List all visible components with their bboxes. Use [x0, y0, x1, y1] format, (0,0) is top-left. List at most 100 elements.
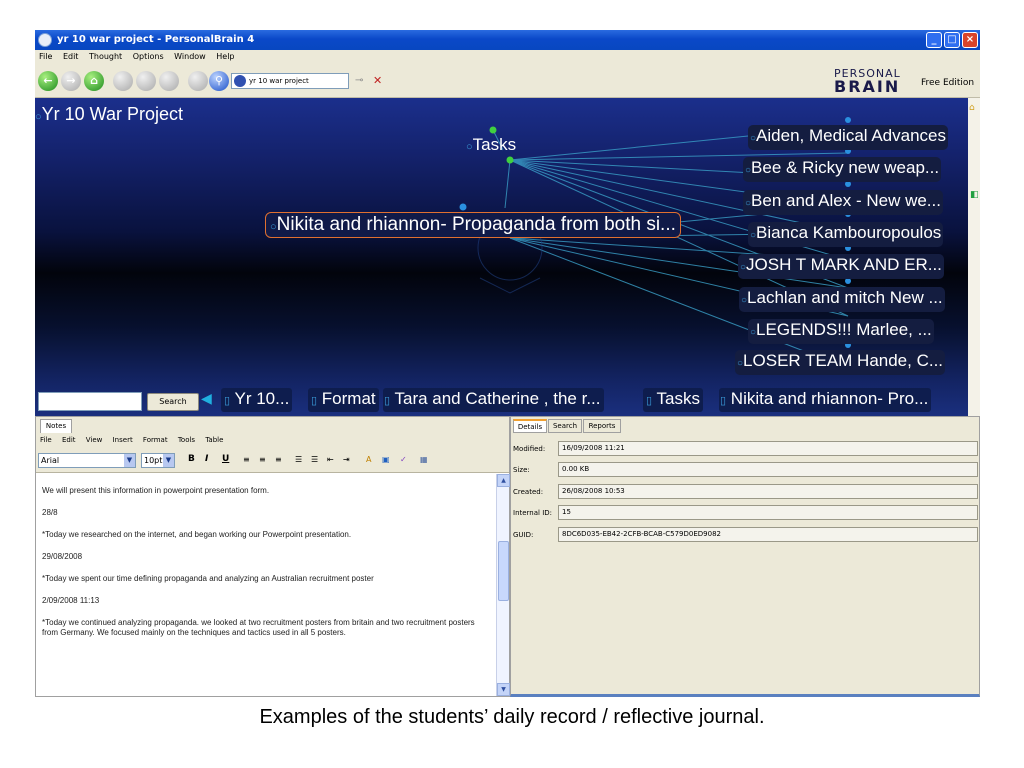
notes-paragraph: 2/09/2008 11:13 — [42, 596, 100, 605]
menu-file[interactable]: File — [35, 50, 56, 61]
tasks-node-dot — [506, 156, 514, 164]
history-item[interactable]: ▯ Yr 10... — [221, 388, 293, 412]
detail-row-guid: GUID: 8DC6D035-EB42-2CFB-BCAB-C579D0ED90… — [511, 527, 981, 543]
forward-button[interactable]: → — [61, 71, 81, 91]
search-button[interactable]: Search — [147, 393, 199, 411]
notes-paragraph: 28/8 — [42, 508, 58, 517]
menu-edit[interactable]: Edit — [59, 50, 83, 61]
notes-menu-view[interactable]: View — [82, 433, 107, 444]
details-panel: Details Search Reports Modified: 16/09/2… — [510, 416, 980, 697]
menu-thought[interactable]: Thought — [85, 50, 126, 61]
brain-selector-label: yr 10 war project — [249, 77, 309, 85]
central-node-dot — [459, 203, 467, 211]
home-icon: ⌂ — [90, 74, 98, 87]
child-thought-node[interactable]: ○Bianca Kambouropoulos — [748, 222, 944, 247]
child-thought-node[interactable]: ○Bee & Ricky new weap... — [743, 157, 942, 182]
text-color-icon[interactable]: A — [366, 455, 378, 466]
plex-view[interactable]: ○Yr 10 War Project ○Tasks ○Nikita and rh… — [35, 98, 968, 416]
link-tool-icon[interactable]: ⊸ — [355, 75, 363, 86]
tab-reports[interactable]: Reports — [583, 419, 621, 433]
detail-row-modified: Modified: 16/09/2008 11:21 — [511, 441, 981, 457]
bold-button[interactable]: B — [188, 454, 195, 464]
scroll-thumb[interactable] — [498, 541, 509, 601]
align-left-icon[interactable]: ≡ — [243, 455, 255, 466]
edition-label: Free Edition — [921, 78, 975, 88]
app-icon — [38, 33, 52, 47]
notes-menu-tools[interactable]: Tools — [174, 433, 199, 444]
table-icon[interactable]: ▦ — [420, 455, 432, 466]
indent-icon[interactable]: ⇥ — [343, 455, 355, 466]
search-tool-button[interactable]: ⚲ — [209, 71, 229, 91]
child-thought-node[interactable]: ○LOSER TEAM Hande, C... — [735, 350, 946, 375]
tab-details[interactable]: Details — [513, 419, 547, 433]
brain-icon — [234, 75, 246, 87]
central-thought-node[interactable]: ○Nikita and rhiannon- Propaganda from bo… — [265, 212, 681, 238]
history-back-arrow-icon[interactable]: ◀ — [201, 391, 212, 407]
child-thought-node[interactable]: ○LEGENDS!!! Marlee, ... — [748, 319, 934, 344]
home-button[interactable]: ⌂ — [84, 71, 104, 91]
search-input[interactable] — [38, 392, 142, 411]
history-item[interactable]: ▯ Format — [308, 388, 379, 412]
notes-editor[interactable]: We will present this information in powe… — [36, 474, 496, 696]
notes-menu-bar: File Edit View Insert Format Tools Table — [36, 433, 509, 449]
notes-menu-file[interactable]: File — [36, 433, 56, 444]
history-item[interactable]: ▯ Tara and Catherine , the r... — [383, 388, 604, 412]
detail-row-size: Size: 0.00 KB — [511, 462, 981, 478]
notes-menu-insert[interactable]: Insert — [109, 433, 137, 444]
side-toggle-icon[interactable]: ◧ — [970, 190, 979, 200]
align-center-icon[interactable]: ≡ — [259, 455, 271, 466]
active-thought-node[interactable]: ○Yr 10 War Project — [35, 104, 183, 125]
title-bar: yr 10 war project - PersonalBrain 4 _ □ … — [35, 30, 980, 50]
thought-node-tasks[interactable]: ○Tasks — [466, 135, 516, 155]
new-jump-button[interactable] — [159, 71, 179, 91]
notes-menu-edit[interactable]: Edit — [58, 433, 80, 444]
menu-help[interactable]: Help — [212, 50, 238, 61]
notes-paragraph: 29/08/2008 — [42, 552, 83, 561]
notes-menu-format[interactable]: Format — [139, 433, 172, 444]
side-strip: ⌂ ◧ — [968, 98, 980, 416]
menu-window[interactable]: Window — [170, 50, 210, 61]
menu-options[interactable]: Options — [129, 50, 168, 61]
detail-row-created: Created: 26/08/2008 10:53 — [511, 484, 981, 500]
underline-button[interactable]: U — [222, 454, 229, 464]
new-child-button[interactable] — [136, 71, 156, 91]
notes-paragraph: We will present this information in powe… — [42, 486, 270, 495]
child-thought-node[interactable]: ○Aiden, Medical Advances — [748, 125, 948, 150]
bullet-list-icon[interactable]: ☰ — [295, 455, 307, 466]
scroll-up-icon[interactable]: ▲ — [497, 474, 510, 487]
notes-paragraph: *Today we spent our time defining propag… — [42, 574, 374, 583]
notes-paragraph: *Today we continued analyzing propaganda… — [42, 618, 475, 637]
history-item[interactable]: ▯ Tasks — [643, 388, 703, 412]
maximize-button[interactable]: □ — [944, 32, 960, 48]
scroll-down-icon[interactable]: ▼ — [497, 683, 510, 696]
font-select[interactable]: Arial ▼ — [38, 453, 136, 468]
history-item[interactable]: ▯ Nikita and rhiannon- Pro... — [719, 388, 932, 412]
child-thought-node[interactable]: ○Ben and Alex - New we... — [743, 190, 943, 215]
unlink-tool-icon[interactable]: ✕ — [373, 74, 382, 87]
italic-button[interactable]: I — [205, 454, 208, 464]
outdent-icon[interactable]: ⇤ — [327, 455, 339, 466]
font-size-select[interactable]: 10pt ▼ — [141, 453, 175, 468]
chevron-down-icon: ▼ — [163, 454, 174, 467]
child-thought-node[interactable]: ○JOSH T MARK AND ER... — [738, 254, 944, 279]
numbered-list-icon[interactable]: ☰ — [311, 455, 323, 466]
link-button[interactable] — [188, 71, 208, 91]
spellcheck-icon[interactable]: ✓ — [400, 455, 412, 466]
format-toolbar: Arial ▼ 10pt ▼ B I U ≡ ≡ ≡ ☰ ☰ ⇤ ⇥ A ▣ ✓… — [36, 449, 509, 473]
parent-link-dot — [489, 126, 497, 134]
new-parent-button[interactable] — [113, 71, 133, 91]
pin-icon[interactable]: ⌂ — [969, 103, 975, 113]
back-button[interactable]: ← — [38, 71, 58, 91]
brain-selector[interactable]: yr 10 war project — [231, 73, 349, 89]
notes-menu-table[interactable]: Table — [201, 433, 227, 444]
close-button[interactable]: × — [962, 32, 978, 48]
child-thought-node[interactable]: ○Lachlan and mitch New ... — [739, 287, 945, 312]
tab-search[interactable]: Search — [548, 419, 582, 433]
magnifier-icon: ⚲ — [214, 74, 224, 87]
notes-tabbar: Notes — [36, 417, 509, 433]
highlight-icon[interactable]: ▣ — [382, 455, 394, 466]
align-right-icon[interactable]: ≡ — [275, 455, 287, 466]
tab-notes[interactable]: Notes — [40, 419, 72, 433]
minimize-button[interactable]: _ — [926, 32, 942, 48]
notes-scrollbar[interactable]: ▲ ▼ — [496, 474, 510, 696]
